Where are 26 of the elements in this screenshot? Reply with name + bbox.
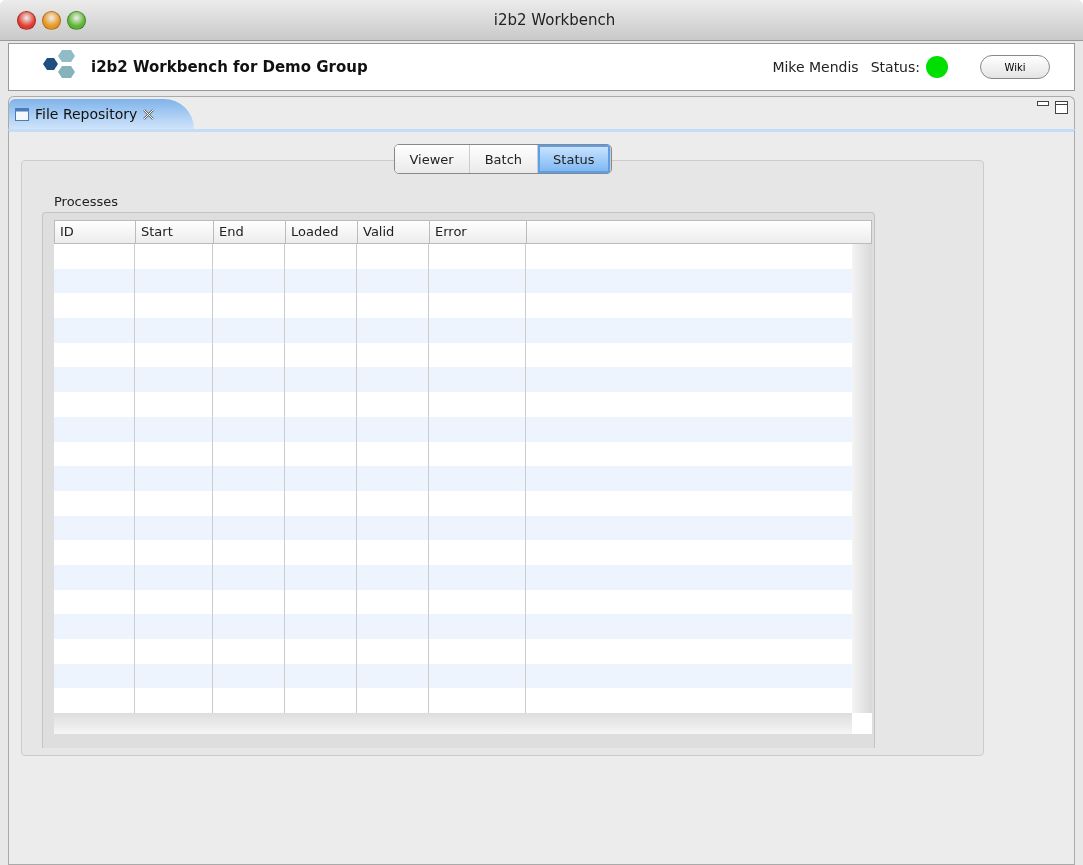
close-button[interactable] xyxy=(17,10,36,30)
status-label: Status: xyxy=(870,59,920,75)
minimize-button[interactable] xyxy=(42,10,61,30)
segment-tab[interactable]: Viewer xyxy=(394,145,470,173)
window-title: i2b2 Workbench xyxy=(492,11,617,29)
tab-label: File Repository xyxy=(35,106,138,122)
horizontal-scrollbar[interactable] xyxy=(54,713,852,735)
user-name: Mike Mendis xyxy=(772,59,859,75)
close-icon[interactable] xyxy=(143,108,155,120)
column-header[interactable]: Valid xyxy=(358,221,430,243)
vertical-scrollbar[interactable] xyxy=(852,244,872,714)
segment-tab[interactable]: Batch xyxy=(469,145,539,173)
app-title: i2b2 Workbench for Demo Group xyxy=(91,58,369,76)
column-header[interactable]: End xyxy=(214,221,286,243)
zoom-button[interactable] xyxy=(67,10,86,30)
wiki-button[interactable]: Wiki xyxy=(980,55,1050,79)
minimize-icon[interactable] xyxy=(1037,101,1049,107)
column-header[interactable]: Error xyxy=(430,221,527,243)
group-label: Processes xyxy=(54,194,119,209)
column-header[interactable]: Loaded xyxy=(286,221,358,243)
column-header[interactable]: ID xyxy=(55,221,136,243)
segment-tab[interactable]: Status xyxy=(538,145,611,173)
window-icon xyxy=(15,107,29,121)
view-tab[interactable]: File Repository xyxy=(9,99,195,129)
maximize-icon[interactable] xyxy=(1055,101,1068,114)
column-header[interactable]: Start xyxy=(136,221,214,243)
